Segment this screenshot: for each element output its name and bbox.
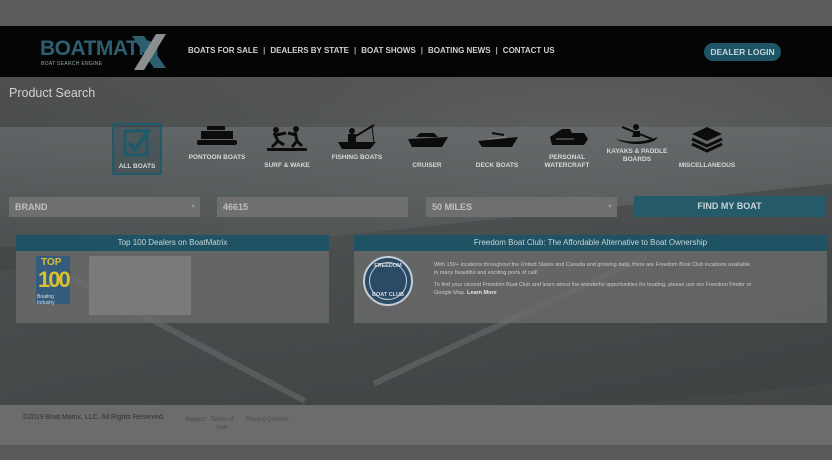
- dealer-login-button[interactable]: DEALER LOGIN: [704, 43, 781, 61]
- freedom-boat-club-title: Freedom Boat Club: The Affordable Altern…: [354, 235, 827, 251]
- freedom-boat-club-logo[interactable]: FREEDOM BOAT CLUB: [363, 256, 413, 306]
- badge-number: 100: [38, 267, 71, 292]
- copyright: ©2019 Boat Matrix, LLC. All Rights Reser…: [23, 414, 165, 421]
- logo-bottom-text: BOAT CLUB: [372, 292, 404, 298]
- nav-boats-for-sale[interactable]: BOATS FOR SALE: [188, 46, 258, 55]
- pontoon-icon: [197, 126, 237, 145]
- find-my-boat-button[interactable]: FIND MY BOAT: [634, 196, 825, 217]
- site-header: BOATMATRI BOAT SEARCH ENGINE BOATS FOR S…: [0, 26, 832, 77]
- brand-select[interactable]: BRAND ▼: [9, 197, 200, 217]
- footer-link-cookies[interactable]: Cookies: [267, 416, 289, 424]
- category-label: KAYAKS & PADDLE BOARDS: [606, 148, 668, 163]
- freedom-boat-club-panel: Freedom Boat Club: The Affordable Altern…: [354, 235, 827, 323]
- top-dealers-panel: Top 100 Dealers on BoatMatrix TOP 100 Bo…: [16, 235, 329, 323]
- category-label: MISCELLANEOUS: [678, 162, 736, 169]
- category-label: SURF & WAKE: [264, 162, 310, 169]
- jetski-icon: [550, 129, 588, 145]
- category-label: FISHING BOATS: [331, 154, 383, 161]
- footer-link-privacy[interactable]: Privacy: [246, 416, 266, 424]
- logo-x-icon: [132, 34, 166, 70]
- top-100-badge[interactable]: TOP 100 Boating Industry: [36, 256, 71, 306]
- search-filters: BRAND ▼ 46615 50 MILES ▼ FIND MY BOAT: [9, 196, 825, 217]
- chevron-down-icon: ▼: [190, 204, 196, 210]
- logo[interactable]: BOATMATRI BOAT SEARCH ENGINE: [40, 34, 180, 70]
- footer-link-terms[interactable]: Terms of Use: [207, 416, 237, 432]
- category-bar: ALL BOATS PONTOON BOATS SURF & WAKE FISH…: [112, 123, 742, 175]
- category-all-boats[interactable]: ALL BOATS: [112, 123, 162, 175]
- page-title: Product Search: [9, 86, 96, 100]
- distance-select[interactable]: 50 MILES ▼: [426, 197, 617, 217]
- brand-select-value: BRAND: [15, 202, 48, 212]
- chevron-down-icon: ▼: [607, 204, 613, 210]
- category-label: ALL BOATS: [118, 163, 156, 170]
- top-dealers-title: Top 100 Dealers on BoatMatrix: [16, 235, 329, 251]
- footer-link-support[interactable]: Support: [185, 416, 206, 424]
- layers-icon: [691, 127, 723, 153]
- category-label: PERSONAL WATERCRAFT: [544, 154, 590, 169]
- checkmark-icon: [123, 127, 151, 157]
- bottom-strip: [0, 445, 832, 460]
- page: BOATMATRI BOAT SEARCH ENGINE BOATS FOR S…: [0, 0, 832, 460]
- deck-boat-icon: [478, 132, 518, 147]
- category-miscellaneous[interactable]: MISCELLANEOUS: [672, 123, 742, 175]
- nav-separator: |: [495, 46, 498, 55]
- nav-separator: |: [354, 46, 357, 55]
- category-pontoon-boats[interactable]: PONTOON BOATS: [182, 123, 252, 175]
- nav-boat-shows[interactable]: BOAT SHOWS: [361, 46, 416, 55]
- fbc-paragraph-2: To find your closest Freedom Boat Club a…: [434, 281, 754, 297]
- category-personal-watercraft[interactable]: PERSONAL WATERCRAFT: [532, 123, 602, 175]
- category-surf-wake[interactable]: SURF & WAKE: [252, 123, 322, 175]
- badge-subtitle: Boating Industry: [37, 294, 55, 306]
- category-cruiser[interactable]: CRUISER: [392, 123, 462, 175]
- category-label: CRUISER: [412, 162, 442, 169]
- category-deck-boats[interactable]: DECK BOATS: [462, 123, 532, 175]
- fishing-icon: [338, 124, 376, 149]
- logo-tagline: BOAT SEARCH ENGINE: [41, 61, 103, 67]
- fbc-paragraph-1: With 150+ locations throughout the Unite…: [434, 262, 750, 276]
- site-footer: ©2019 Boat Matrix, LLC. All Rights Reser…: [0, 405, 832, 445]
- category-fishing-boats[interactable]: FISHING BOATS: [322, 123, 392, 175]
- nav-separator: |: [263, 46, 266, 55]
- dealer-ad-placeholder: [89, 256, 191, 315]
- nav-dealers-by-state[interactable]: DEALERS BY STATE: [270, 46, 349, 55]
- cruiser-icon: [408, 133, 448, 147]
- nav-boating-news[interactable]: BOATING NEWS: [428, 46, 491, 55]
- nav-contact-us[interactable]: CONTACT US: [503, 46, 555, 55]
- kayak-icon: [616, 124, 658, 144]
- learn-more-link[interactable]: Learn More: [467, 290, 497, 296]
- zip-input-value: 46615: [223, 202, 249, 212]
- wakeboard-icon: [267, 126, 307, 151]
- top-strip: [0, 0, 832, 26]
- distance-select-value: 50 MILES: [432, 202, 473, 212]
- logo-top-text: FREEDOM: [374, 263, 402, 269]
- category-kayaks-paddle-boards[interactable]: KAYAKS & PADDLE BOARDS: [602, 123, 672, 175]
- main-nav: BOATS FOR SALE | DEALERS BY STATE | BOAT…: [188, 46, 555, 55]
- zip-input[interactable]: 46615: [217, 197, 408, 217]
- category-label: PONTOON BOATS: [188, 154, 246, 161]
- category-label: DECK BOATS: [475, 162, 519, 169]
- nav-separator: |: [420, 46, 424, 55]
